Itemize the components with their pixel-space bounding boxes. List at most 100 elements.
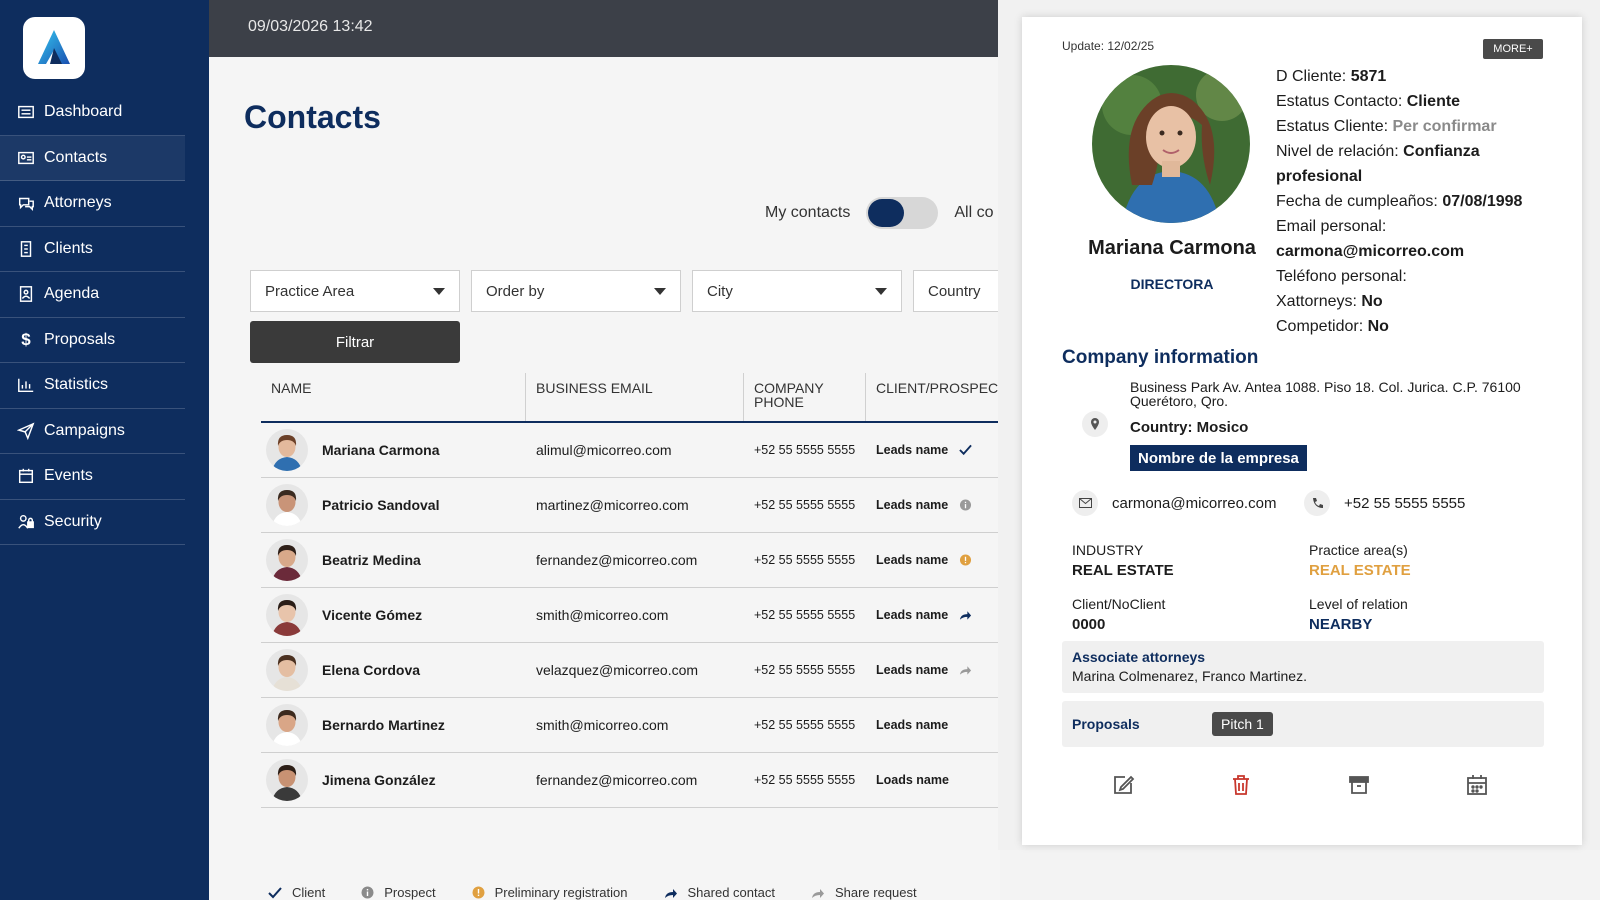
cell-email[interactable]: martinez@micorreo.com — [526, 497, 744, 513]
sidebar-item-label: Contacts — [44, 148, 108, 166]
header-name[interactable]: NAME — [261, 373, 526, 421]
delete-button[interactable] — [1228, 772, 1254, 798]
contact-name[interactable]: Elena Cordova — [322, 662, 420, 678]
field-label: INDUSTRY — [1072, 542, 1144, 558]
field-value: REAL ESTATE — [1309, 562, 1411, 579]
table-row[interactable]: Beatriz Medina fernandez@micorreo.com +5… — [261, 533, 1000, 588]
header-phone[interactable]: COMPANY PHONE — [744, 373, 866, 421]
more-button[interactable]: MORE+ — [1483, 39, 1543, 59]
table-row[interactable]: Patricio Sandoval martinez@micorreo.com … — [261, 478, 1000, 533]
send-icon — [16, 421, 36, 441]
contact-role: DIRECTORA — [1130, 276, 1214, 292]
relation-level-field: Level of relation NEARBY — [1309, 596, 1408, 633]
contact-name[interactable]: Bernardo Martinez — [322, 717, 445, 733]
cell-status: Leads name — [866, 443, 1000, 457]
filter-bar: Practice Area Order by City Country — [250, 270, 1000, 312]
company-email[interactable]: carmona@micorreo.com — [1072, 490, 1276, 516]
clients-icon — [16, 239, 36, 259]
cell-email[interactable]: fernandez@micorreo.com — [526, 552, 744, 568]
cell-email[interactable]: alimul@micorreo.com — [526, 442, 744, 458]
box-title: Proposals — [1072, 716, 1140, 732]
detail-label: D Cliente: — [1276, 68, 1351, 85]
table-row[interactable]: Vicente Gómez smith@micorreo.com +52 55 … — [261, 588, 1000, 643]
sidebar-item-security[interactable]: Security — [0, 500, 185, 545]
box-title: Associate attorneys — [1072, 649, 1206, 665]
header-status[interactable]: CLIENT/PROSPECT — [866, 373, 1000, 421]
detail-email-label: Email personal: — [1276, 218, 1387, 235]
header-email[interactable]: BUSINESS EMAIL — [526, 373, 744, 421]
field-label: Client/NoClient — [1072, 596, 1166, 612]
cell-status: Leads name — [866, 608, 1000, 622]
pitch-chip[interactable]: Pitch 1 — [1212, 712, 1273, 736]
caret-down-icon — [433, 287, 445, 295]
detail-contact-status: Estatus Contacto: Cliente — [1276, 89, 1556, 114]
info-orange-icon — [472, 886, 485, 899]
contact-name[interactable]: Patricio Sandoval — [322, 497, 439, 513]
security-icon — [16, 512, 36, 532]
cell-phone: +52 55 5555 5555 — [754, 663, 856, 677]
detail-email-value[interactable]: carmona@micorreo.com — [1276, 239, 1556, 264]
app-logo[interactable] — [23, 17, 85, 79]
sidebar-item-clients[interactable]: Clients — [0, 227, 185, 272]
field-label: Practice area(s) — [1309, 542, 1408, 558]
contact-name[interactable]: Mariana Carmona — [322, 442, 439, 458]
company-name-tag[interactable]: Nombre de la empresa — [1130, 445, 1307, 471]
city-select[interactable]: City — [692, 270, 902, 312]
detail-value: Confianza — [1403, 143, 1480, 160]
contacts-scope-toggle: My contacts All co — [765, 197, 993, 229]
table-row[interactable]: Jimena González fernandez@micorreo.com +… — [261, 753, 1000, 808]
sidebar-item-label: Events — [44, 467, 93, 485]
location-pin-icon — [1082, 411, 1108, 437]
caret-down-icon — [875, 287, 887, 295]
order-by-select[interactable]: Order by — [471, 270, 681, 312]
cell-email[interactable]: velazquez@micorreo.com — [526, 662, 744, 678]
cell-status: Leads name — [866, 663, 1000, 677]
contact-name[interactable]: Beatriz Medina — [322, 552, 421, 568]
detail-value: 07/08/1998 — [1442, 193, 1523, 210]
sidebar-item-proposals[interactable]: $ Proposals — [0, 318, 185, 363]
sidebar-item-events[interactable]: Events — [0, 454, 185, 500]
detail-value: carmona@micorreo.com — [1276, 243, 1465, 260]
cell-email[interactable]: fernandez@micorreo.com — [526, 772, 744, 788]
address-line-1: Business Park Av. Antea 1088. Piso 18. C… — [1130, 379, 1521, 395]
table-row[interactable]: Bernardo Martinez smith@micorreo.com +52… — [261, 698, 1000, 753]
company-phone[interactable]: +52 55 5555 5555 — [1304, 490, 1465, 516]
archive-icon — [1349, 776, 1369, 794]
select-value: Order by — [486, 282, 545, 300]
contact-name[interactable]: Jimena González — [322, 772, 436, 788]
filter-button[interactable]: Filtrar — [250, 321, 460, 363]
legend-client: Client — [268, 885, 325, 900]
detail-competitor: Competidor: No — [1276, 314, 1556, 339]
detail-value: No — [1361, 293, 1383, 310]
avatar — [266, 484, 308, 526]
sidebar-item-dashboard[interactable]: Dashboard — [0, 90, 185, 136]
sidebar-item-statistics[interactable]: Statistics — [0, 363, 185, 409]
phone-icon — [1304, 490, 1330, 516]
contact-name[interactable]: Vicente Gómez — [322, 607, 422, 623]
legend-share-request: Share request — [811, 885, 917, 900]
lead-name: Leads name — [876, 663, 949, 677]
country-select[interactable]: Country — [913, 270, 1000, 312]
cell-email[interactable]: smith@micorreo.com — [526, 717, 744, 733]
switch-knob — [868, 199, 905, 227]
scope-switch[interactable] — [866, 197, 939, 229]
practice-area-select[interactable]: Practice Area — [250, 270, 460, 312]
edit-button[interactable] — [1110, 772, 1136, 798]
calendar-button[interactable] — [1464, 772, 1490, 798]
proposals-box: Proposals Pitch 1 — [1062, 701, 1544, 747]
table-row[interactable]: Mariana Carmona alimul@micorreo.com +52 … — [261, 423, 1000, 478]
sidebar-item-campaigns[interactable]: Campaigns — [0, 409, 185, 454]
sidebar-item-attorneys[interactable]: Attorneys — [0, 181, 185, 227]
sidebar-item-contacts[interactable]: Contacts — [0, 135, 185, 181]
cell-status: Leads name — [866, 718, 1000, 732]
table-body: Mariana Carmona alimul@micorreo.com +52 … — [261, 423, 1000, 808]
cell-email[interactable]: smith@micorreo.com — [526, 607, 744, 623]
sidebar-item-label: Clients — [44, 239, 93, 257]
sidebar-item-agenda[interactable]: Agenda — [0, 272, 185, 318]
field-label: Level of relation — [1309, 596, 1408, 612]
company-info-title: Company information — [1062, 347, 1259, 368]
table-row[interactable]: Elena Cordova velazquez@micorreo.com +52… — [261, 643, 1000, 698]
field-value: 0000 — [1072, 616, 1106, 633]
archive-button[interactable] — [1346, 772, 1372, 798]
table-header: NAME BUSINESS EMAIL COMPANY PHONE CLIENT… — [261, 373, 1000, 423]
